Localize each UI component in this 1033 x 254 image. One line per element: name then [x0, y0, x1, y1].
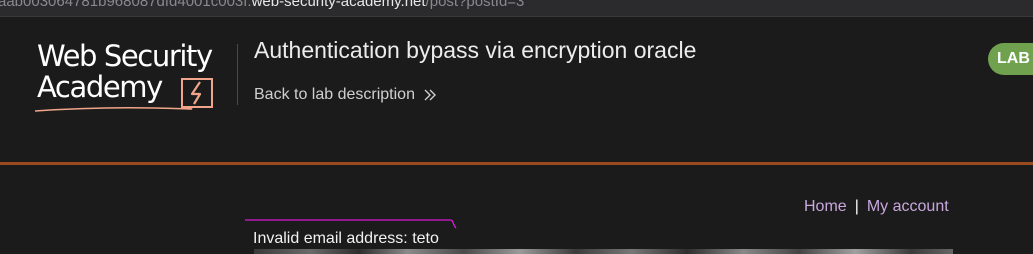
lab-title: Authentication bypass via encryption ora… — [254, 37, 697, 63]
url-host: web-security-academy.net — [251, 0, 426, 10]
url-prefix: aab003064781b968087dfd4001c003f. — [0, 0, 252, 10]
page: aab003064781b968087dfd4001c003f.web-secu… — [0, 0, 1033, 254]
chevron-double-right-icon — [424, 89, 436, 101]
back-link-label: Back to lab description — [254, 86, 415, 103]
academy-logo[interactable]: Web Security Academy — [34, 41, 234, 113]
nav-separator: | — [854, 198, 859, 215]
lab-status-badge: LAB — [988, 43, 1033, 75]
my-account-link[interactable]: My account — [867, 198, 949, 215]
back-to-lab-link[interactable]: Back to lab description — [254, 85, 437, 105]
url-path: /post?postId=3 — [425, 0, 525, 10]
lightning-icon — [34, 78, 213, 112]
home-link[interactable]: Home — [804, 198, 847, 215]
top-nav: Home | My account — [804, 197, 949, 217]
header-divider — [237, 44, 238, 105]
main-content: Home | My account Invalid email address: t… — [0, 165, 1033, 254]
error-message: Invalid email address: teto — [253, 230, 439, 247]
address-bar[interactable]: aab003064781b968087dfd4001c003f.web-secu… — [0, 0, 1033, 17]
header: Web Security Academy Authentication bypa… — [0, 17, 1033, 162]
post-image — [254, 249, 953, 254]
url-text[interactable]: aab003064781b968087dfd4001c003f.web-secu… — [0, 0, 524, 11]
